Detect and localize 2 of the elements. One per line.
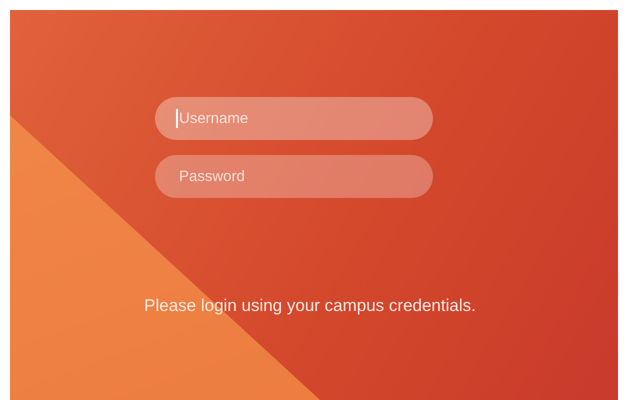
login-message: Please login using your campus credentials. (144, 296, 476, 316)
text-cursor (176, 109, 178, 128)
